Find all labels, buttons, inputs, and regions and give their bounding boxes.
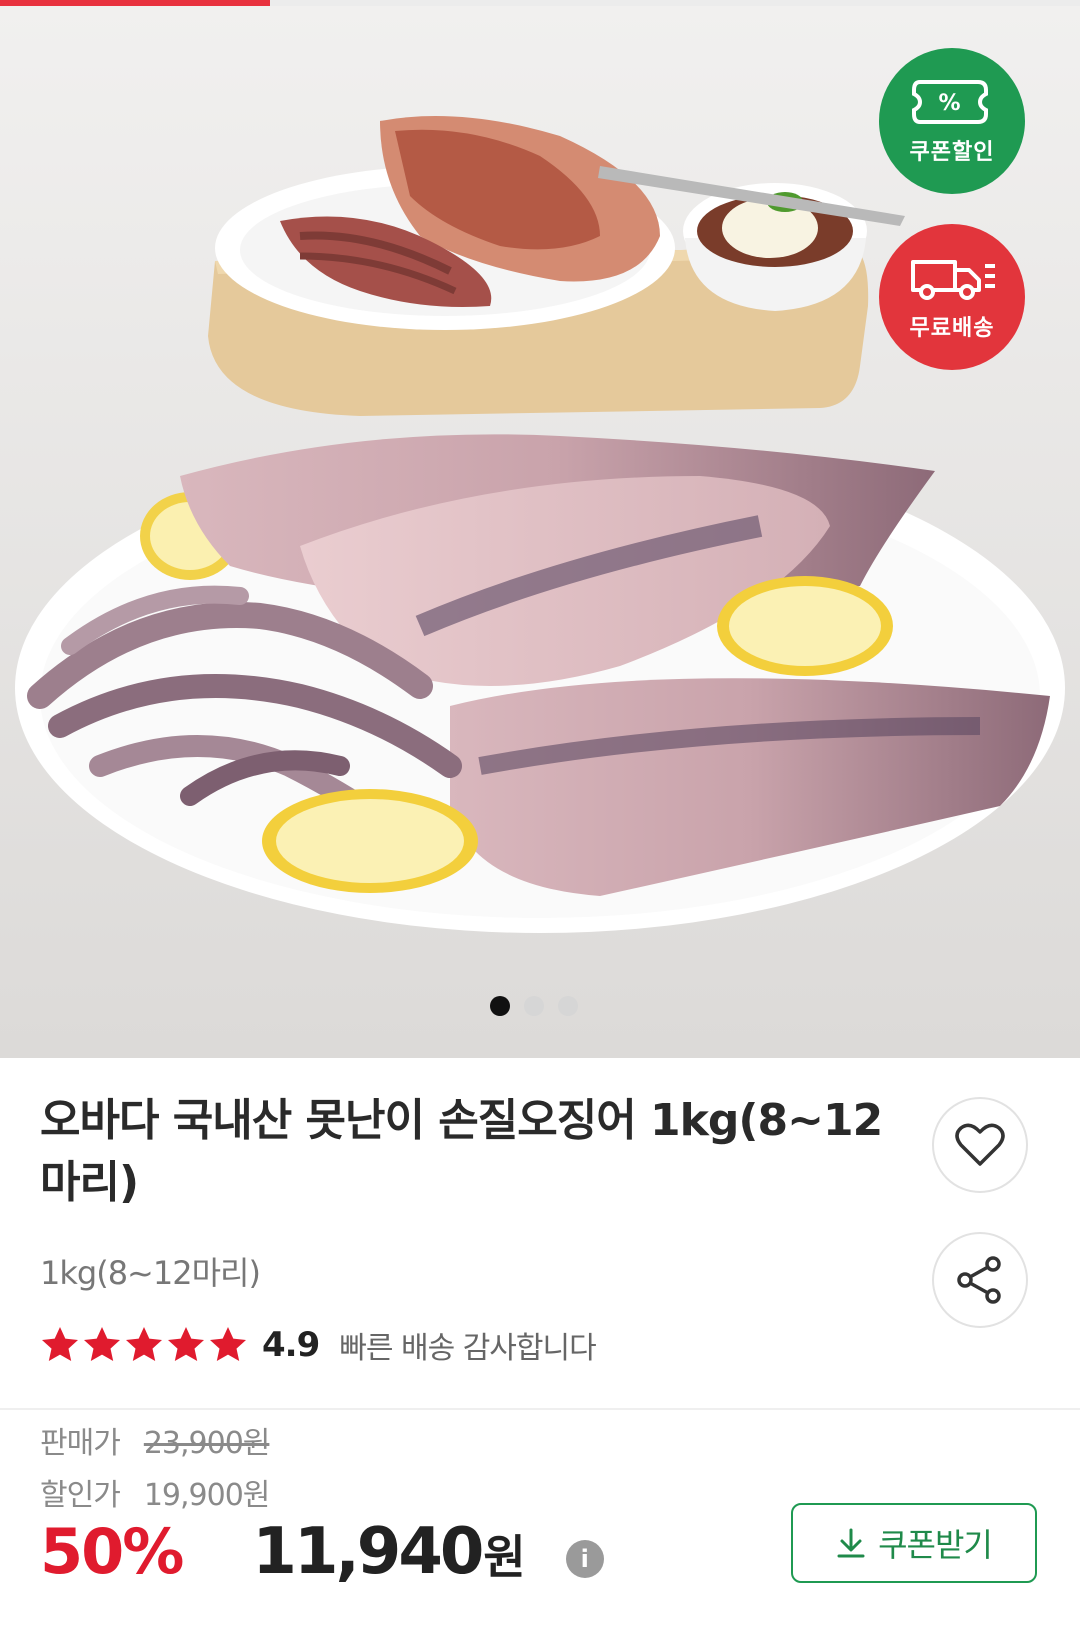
sale-price-row: 할인가 19,900원: [40, 1470, 271, 1514]
carousel-indicator: [490, 996, 578, 1016]
rating-stars: [40, 1325, 248, 1365]
product-option: 1kg(8~12마리): [40, 1254, 261, 1292]
final-price-row: 50% 11,940 원 i: [40, 1515, 604, 1589]
heart-icon: [955, 1123, 1005, 1166]
divider: [0, 1408, 1080, 1410]
review-snippet[interactable]: 빠른 배송 감사합니다: [339, 1323, 596, 1367]
get-coupon-label: 쿠폰받기: [878, 1526, 993, 1564]
star-icon: [126, 1327, 162, 1361]
original-price-label: 판매가: [40, 1426, 121, 1461]
delivery-truck-icon: [911, 260, 995, 300]
carousel-dot[interactable]: [490, 996, 510, 1016]
carousel-dot[interactable]: [558, 996, 578, 1016]
coupon-badge-label: 쿠폰할인: [909, 140, 995, 165]
get-coupon-button[interactable]: 쿠폰받기: [791, 1503, 1037, 1583]
product-detail-page: % 쿠폰할인 무료배송 오바다 국내산 못난이 손질오징어 1kg(8~12마리…: [0, 0, 1080, 1625]
percent-coupon-icon: %: [912, 80, 988, 124]
share-button[interactable]: [932, 1232, 1028, 1328]
final-price-value: 11,940: [252, 1515, 484, 1589]
star-icon: [168, 1327, 204, 1361]
final-price-unit: 원: [483, 1530, 526, 1584]
share-icon: [957, 1256, 1001, 1304]
star-icon: [42, 1327, 78, 1361]
carousel-dot[interactable]: [524, 996, 544, 1016]
star-icon: [210, 1327, 246, 1361]
rating-score: 4.9: [262, 1325, 320, 1365]
rating-row: 4.9 빠른 배송 감사합니다: [40, 1320, 597, 1370]
download-arrow-icon: [837, 1528, 865, 1558]
coupon-discount-badge: % 쿠폰할인: [879, 48, 1025, 194]
original-price-value: 23,900원: [143, 1426, 271, 1461]
product-title: 오바다 국내산 못난이 손질오징어 1kg(8~12마리): [40, 1095, 883, 1208]
product-image-carousel[interactable]: % 쿠폰할인 무료배송: [0, 6, 1080, 1058]
star-icon: [84, 1327, 120, 1361]
original-price-row: 판매가 23,900원: [40, 1418, 271, 1462]
discount-percent: 50%: [40, 1515, 184, 1588]
free-shipping-badge: 무료배송: [879, 224, 1025, 370]
percent-symbol: %: [938, 91, 961, 116]
shipping-badge-label: 무료배송: [909, 316, 995, 341]
wishlist-button[interactable]: [932, 1097, 1028, 1193]
sale-price-value: 19,900원: [143, 1478, 271, 1513]
sale-price-label: 할인가: [40, 1478, 121, 1513]
info-icon[interactable]: i: [565, 1540, 604, 1578]
